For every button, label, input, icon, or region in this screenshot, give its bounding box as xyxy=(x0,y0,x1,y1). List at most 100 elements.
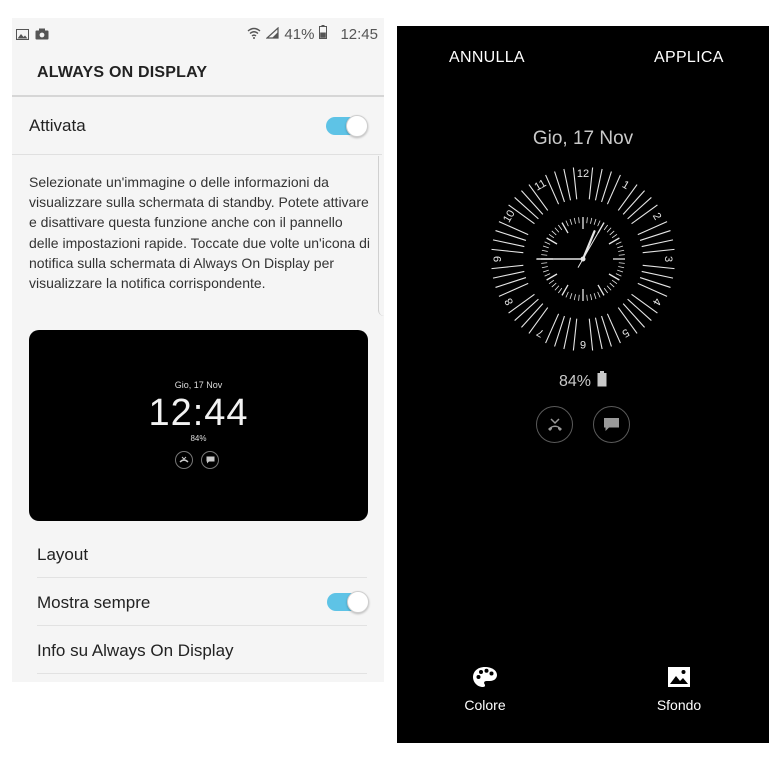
mostra-sempre-toggle[interactable] xyxy=(327,591,369,613)
toggle-knob xyxy=(347,591,369,613)
analog-clock[interactable]: 121234567891011 xyxy=(483,159,683,359)
clock-outer-tick xyxy=(491,264,524,270)
clock-inner-tick xyxy=(590,217,593,224)
clock-outer-tick xyxy=(563,317,572,350)
clock-inner-tick xyxy=(573,217,576,224)
clock-inner-tick xyxy=(551,230,557,236)
clock-hour-number: 2 xyxy=(650,211,663,222)
menu-item-layout[interactable]: Layout xyxy=(37,530,367,578)
apply-button[interactable]: APPLICA xyxy=(654,49,724,67)
clock-inner-tick xyxy=(606,227,612,233)
clock-hour-number: 7 xyxy=(535,326,546,339)
clock-outer-tick xyxy=(594,317,603,350)
clock-hour-number: 11 xyxy=(533,177,549,193)
clock-inner-tick xyxy=(578,294,580,301)
clock-outer-tick xyxy=(641,270,674,279)
color-button[interactable]: Colore xyxy=(435,666,535,713)
signal-icon xyxy=(265,26,280,43)
description-text: Selezionate un'immagine o delle informaz… xyxy=(29,174,370,292)
menu-item-mostra-sempre[interactable]: Mostra sempre xyxy=(37,578,369,626)
clock-inner-tick xyxy=(565,220,569,227)
clock-inner-tick xyxy=(590,294,593,301)
clock-inner-tick xyxy=(541,254,548,256)
clock-inner-tick xyxy=(569,293,573,300)
clock-inner-tick xyxy=(586,294,588,301)
clock-inner-tick xyxy=(544,241,551,245)
toggle-knob xyxy=(346,115,368,137)
clock-hour-number: 6 xyxy=(580,338,586,350)
menu-item-info[interactable]: Info su Always On Display xyxy=(37,626,367,674)
clock-inner-tick xyxy=(609,282,615,288)
clock-inner-tick xyxy=(618,254,625,256)
preview-battery: 84% xyxy=(190,434,207,443)
clock-outer-tick xyxy=(492,270,525,279)
wallpaper-button[interactable]: Sfondo xyxy=(629,666,729,713)
battery-percent: 41% xyxy=(284,25,315,43)
color-button-label: Colore xyxy=(464,697,506,713)
clock-outer-tick xyxy=(588,318,594,351)
clock-inner-tick xyxy=(548,233,555,239)
message-icon xyxy=(201,451,219,469)
clock-outer-tick xyxy=(491,248,524,254)
palette-icon xyxy=(435,666,535,691)
clock-outer-tick xyxy=(641,239,674,248)
clock-outer-tick xyxy=(642,248,675,254)
aod-preview[interactable]: Gio, 17 Nov 12:44 84% xyxy=(29,330,368,521)
clock-inner-tick xyxy=(573,294,576,301)
clock-inner-tick xyxy=(611,233,618,239)
clock-inner-tick xyxy=(618,262,625,264)
clock-inner-tick xyxy=(542,245,549,249)
clock-inner-tick xyxy=(597,291,601,298)
clock-inner-tick xyxy=(557,287,563,294)
clock-inner-tick xyxy=(618,249,625,252)
clock-inner-tick xyxy=(565,291,569,298)
page-title: ALWAYS ON DISPLAY xyxy=(37,64,208,81)
clock-hour-number: 9 xyxy=(492,256,504,262)
clock-inner-tick xyxy=(544,273,551,277)
clock-inner-tick xyxy=(609,230,615,236)
clock-inner-tick xyxy=(551,282,557,288)
clock-hour-hand xyxy=(581,230,596,261)
clock-battery: 84% xyxy=(397,371,769,392)
clock-date: Gio, 17 Nov xyxy=(532,128,634,149)
missed-call-icon[interactable] xyxy=(536,406,573,443)
clock-inner-tick xyxy=(603,287,609,294)
clock-inner-tick xyxy=(603,224,609,231)
clock-hands xyxy=(536,222,605,268)
clock-outer-tick xyxy=(622,303,645,328)
menu-item-label: Layout xyxy=(37,545,89,564)
image-icon xyxy=(16,27,29,43)
clock-inner-tick xyxy=(557,224,563,231)
menu-item-label: Mostra sempre xyxy=(37,593,151,612)
clock-inner-tick xyxy=(554,227,560,233)
clock-hour-number: 5 xyxy=(620,326,631,339)
settings-screen: 41% 12:45 ALWAYS ON DISPLAY Attivata Sel… xyxy=(12,18,384,682)
clock-inner-tick xyxy=(554,285,560,291)
missed-call-icon xyxy=(175,451,193,469)
cancel-button[interactable]: ANNULLA xyxy=(449,49,525,67)
master-toggle-switch[interactable] xyxy=(326,115,368,137)
master-toggle-label: Attivata xyxy=(29,116,86,135)
wallpaper-button-label: Sfondo xyxy=(656,697,702,713)
clock-outer-tick xyxy=(627,197,652,220)
clock-hour-number: 3 xyxy=(662,256,674,262)
clock-inner-tick xyxy=(617,269,624,273)
clock-inner-tick xyxy=(593,218,597,225)
image-icon xyxy=(629,666,729,691)
clock-inner-tick xyxy=(541,266,548,269)
clock-inner-tick xyxy=(597,220,601,227)
clock-outer-tick xyxy=(521,303,544,328)
master-toggle-row[interactable]: Attivata xyxy=(12,97,382,155)
message-icon[interactable] xyxy=(593,406,630,443)
wifi-icon xyxy=(247,26,261,43)
clock-hour-number: 8 xyxy=(503,296,516,307)
clock-outer-tick xyxy=(572,318,578,351)
preview-date: Gio, 17 Nov xyxy=(174,380,223,390)
aod-editor-screen: ANNULLA APPLICA Gio, 17 Nov 12 1 2 3 4 5 6 7 8 9 1… xyxy=(397,26,769,743)
clock-time: 12:45 xyxy=(340,25,378,43)
clock-hour-number: 10 xyxy=(501,208,518,225)
clock-outer-tick xyxy=(521,190,544,215)
clock-inner-tick xyxy=(586,217,588,224)
battery-icon xyxy=(597,371,607,392)
scroll-indicator xyxy=(378,156,384,316)
